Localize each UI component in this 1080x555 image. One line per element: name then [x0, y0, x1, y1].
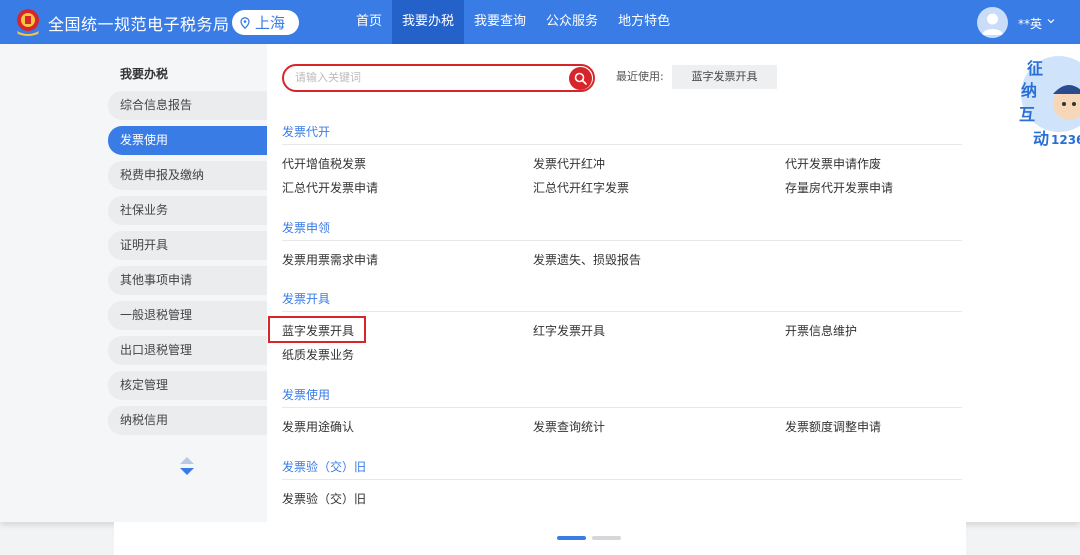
- menu-link[interactable]: 发票代开红冲: [533, 155, 605, 172]
- menu-link[interactable]: 汇总代开红字发票: [533, 179, 629, 196]
- sidebar-item-certificates[interactable]: 证明开具: [108, 231, 267, 260]
- sidebar-item-assessment[interactable]: 核定管理: [108, 371, 267, 400]
- mega-menu-panel: 我要办税 综合信息报告 发票使用 税费申报及缴纳 社保业务 证明开具 其他事项申…: [0, 44, 1080, 522]
- location-label: 上海: [255, 14, 286, 32]
- nav-public-service[interactable]: 公众服务: [536, 0, 608, 44]
- section-title-invoice-use: 发票使用: [282, 388, 331, 402]
- sidebar-item-general-refund[interactable]: 一般退税管理: [108, 301, 267, 330]
- user-avatar-icon[interactable]: [977, 7, 1008, 38]
- scroll-up-down-icon[interactable]: [178, 455, 196, 477]
- divider: [282, 240, 962, 241]
- search-icon: [574, 72, 587, 85]
- divider: [282, 479, 962, 480]
- menu-link[interactable]: 存量房代开发票申请: [785, 179, 893, 196]
- nav-local-features[interactable]: 地方特色: [608, 0, 680, 44]
- menu-link[interactable]: 发票用途确认: [282, 418, 354, 435]
- site-title[interactable]: 全国统一规范电子税务局: [48, 11, 230, 35]
- mascot-char: 征: [1027, 59, 1043, 78]
- tax-emblem-icon: [17, 9, 39, 36]
- sidebar-item-social-insurance[interactable]: 社保业务: [108, 196, 267, 225]
- sidebar-item-invoice-use[interactable]: 发票使用: [108, 126, 267, 155]
- menu-link[interactable]: 发票额度调整申请: [785, 418, 881, 435]
- sidebar-item-tax-filing[interactable]: 税费申报及缴纳: [108, 161, 267, 190]
- mascot-char: 互: [1019, 105, 1035, 124]
- nav-tax-handling[interactable]: 我要办税: [392, 0, 465, 44]
- menu-link[interactable]: 发票用票需求申请: [282, 251, 378, 268]
- sidebar-title: 我要办税: [120, 67, 169, 81]
- sidebar-item-export-refund[interactable]: 出口退税管理: [108, 336, 267, 365]
- menu-link[interactable]: 发票查询统计: [533, 418, 605, 435]
- main-nav: 首页 我要办税 我要查询 公众服务 地方特色: [346, 0, 680, 44]
- menu-link[interactable]: 发票遗失、损毁报告: [533, 251, 641, 268]
- nav-home[interactable]: 首页: [346, 0, 392, 44]
- mascot-badge: 12366: [1051, 133, 1080, 147]
- carousel-dot[interactable]: [592, 536, 621, 540]
- category-sidebar: 我要办税 综合信息报告 发票使用 税费申报及缴纳 社保业务 证明开具 其他事项申…: [0, 44, 267, 522]
- sidebar-item-other-applications[interactable]: 其他事项申请: [108, 266, 267, 295]
- menu-link[interactable]: 汇总代开发票申请: [282, 179, 378, 196]
- top-header: 全国统一规范电子税务局 上海 首页 我要办税 我要查询 公众服务 地方特色 **…: [0, 0, 1080, 44]
- location-selector[interactable]: 上海: [232, 10, 299, 35]
- mascot-char: 纳: [1021, 81, 1037, 100]
- menu-link[interactable]: 红字发票开具: [533, 322, 605, 339]
- menu-link[interactable]: 纸质发票业务: [282, 346, 354, 363]
- user-name[interactable]: **英: [1018, 15, 1042, 32]
- content-card: [114, 522, 966, 555]
- section-title-invoice-issue: 发票开具: [282, 292, 331, 306]
- menu-link[interactable]: 代开增值税发票: [282, 155, 366, 172]
- divider: [282, 407, 962, 408]
- menu-link[interactable]: 发票验（交）旧: [282, 490, 366, 507]
- sidebar-item-tax-credit[interactable]: 纳税信用: [108, 406, 267, 435]
- menu-link[interactable]: 代开发票申请作废: [785, 155, 881, 172]
- carousel-dot-active[interactable]: [557, 536, 586, 540]
- sidebar-item-info-report[interactable]: 综合信息报告: [108, 91, 267, 120]
- mascot-char: 动: [1033, 129, 1049, 148]
- mascot-widget[interactable]: 征 纳 互 动 12366: [1013, 44, 1080, 154]
- map-pin-icon: [240, 16, 250, 29]
- menu-link[interactable]: 开票信息维护: [785, 322, 857, 339]
- section-title-invoice-verify: 发票验（交）旧: [282, 460, 367, 474]
- section-title-invoice-claim: 发票申领: [282, 221, 331, 235]
- search-button[interactable]: [569, 67, 592, 90]
- menu-link-blue-invoice[interactable]: 蓝字发票开具: [282, 322, 354, 339]
- nav-query[interactable]: 我要查询: [464, 0, 536, 44]
- search-input[interactable]: 请输入关键词: [282, 64, 595, 92]
- recent-item-chip[interactable]: 蓝字发票开具: [672, 65, 777, 89]
- divider: [282, 144, 962, 145]
- divider: [282, 311, 962, 312]
- recent-label: 最近使用:: [616, 70, 664, 83]
- chevron-down-icon[interactable]: [1046, 16, 1056, 26]
- section-title-invoice-agency: 发票代开: [282, 125, 331, 139]
